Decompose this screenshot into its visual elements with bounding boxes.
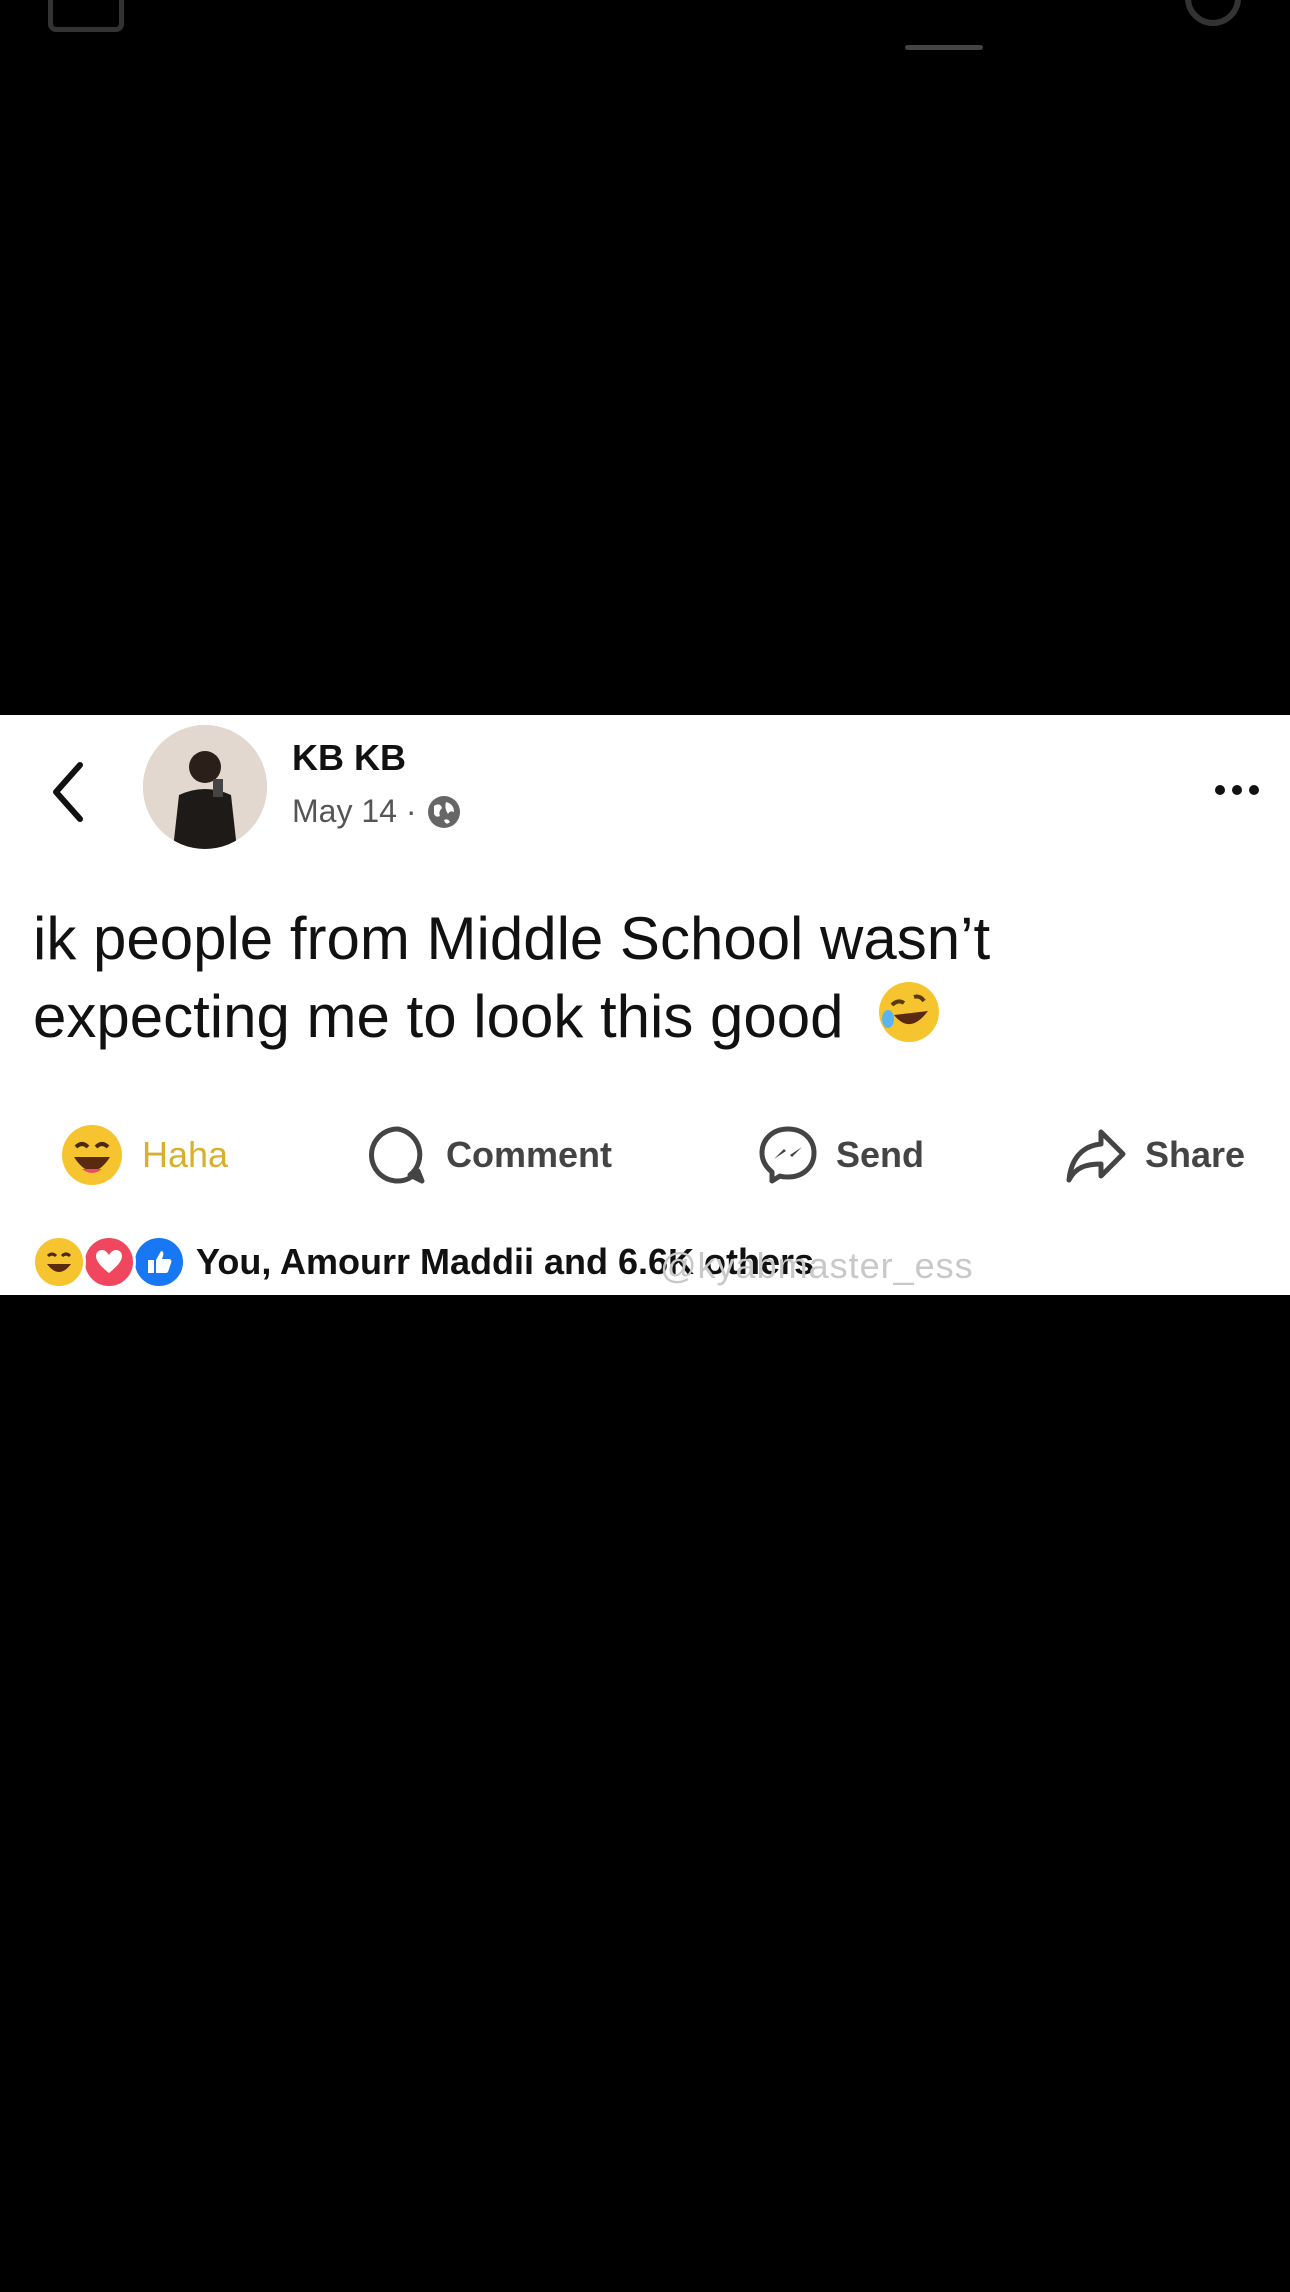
love-reaction-icon <box>82 1235 136 1289</box>
like-reaction-icon <box>132 1235 186 1289</box>
active-tab-indicator <box>905 45 983 50</box>
comment-icon <box>369 1126 425 1184</box>
comment-button[interactable]: Comment <box>368 1105 612 1205</box>
send-label: Send <box>836 1134 925 1175</box>
haha-emoji-icon <box>62 1125 122 1185</box>
haha-reaction-icon <box>32 1235 86 1289</box>
rofl-emoji-icon <box>876 979 942 1064</box>
avatar-photo <box>143 725 267 849</box>
haha-label: Haha <box>142 1134 229 1175</box>
haha-reaction-button[interactable]: Haha <box>60 1105 228 1205</box>
search-icon[interactable] <box>1185 0 1241 26</box>
post-date: May 14 · <box>292 793 417 829</box>
post-actions: Haha Comment Send Share <box>0 1105 1290 1205</box>
share-icon <box>1066 1129 1126 1183</box>
share-label: Share <box>1145 1134 1246 1175</box>
avatar[interactable] <box>143 725 267 849</box>
share-button[interactable]: Share <box>1065 1105 1245 1205</box>
globe-icon <box>428 795 461 828</box>
send-button[interactable]: Send <box>758 1105 924 1205</box>
watermark: @kyabmaster_ess <box>660 1245 974 1286</box>
post-meta: May 14 · <box>292 793 462 830</box>
post-body: ik people from Middle School wasn’t expe… <box>33 905 991 1050</box>
live-icon[interactable] <box>48 0 124 32</box>
facebook-post-card: KB KB May 14 · ik people from Middle Sch… <box>0 715 1290 1295</box>
more-options-icon[interactable] <box>1215 785 1259 795</box>
post-text: ik people from Middle School wasn’t expe… <box>33 900 1253 1064</box>
author-name[interactable]: KB KB <box>292 737 406 779</box>
comment-label: Comment <box>446 1134 613 1175</box>
top-navigation <box>0 0 1290 60</box>
messenger-icon <box>759 1126 817 1184</box>
back-arrow-icon[interactable] <box>48 757 88 827</box>
